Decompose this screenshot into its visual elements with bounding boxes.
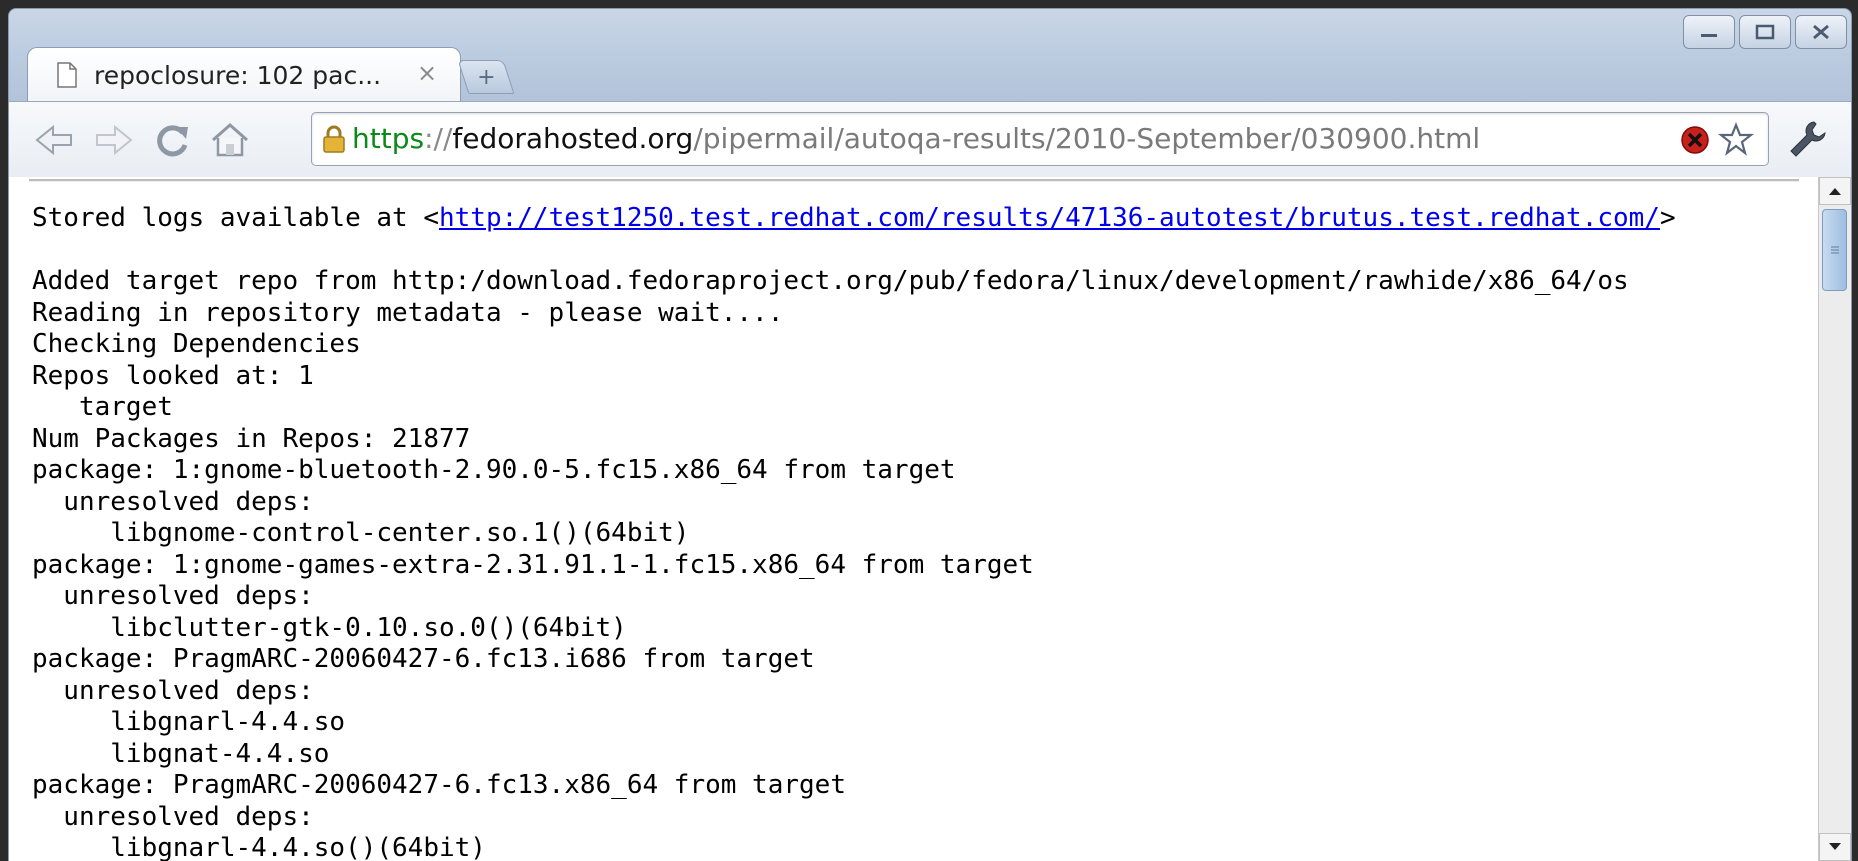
log-prefix: Stored logs available at < [32, 203, 439, 233]
log-suffix: > [1659, 203, 1676, 233]
page-favicon-icon [56, 62, 78, 92]
scroll-up-button[interactable] [1819, 177, 1851, 205]
grip-icon [1830, 246, 1839, 254]
new-tab-button[interactable]: + [457, 60, 515, 94]
address-bar[interactable]: https://fedorahosted.org/pipermail/autoq… [311, 112, 1769, 166]
scroll-up-icon [1829, 188, 1841, 195]
blocked-content-icon[interactable] [1680, 125, 1710, 159]
window-controls [1683, 15, 1847, 49]
url-separator: :// [424, 122, 453, 155]
log-output: Stored logs available at <http://test125… [32, 203, 1676, 861]
scroll-down-button[interactable] [1819, 833, 1851, 861]
page-content: Stored logs available at <http://test125… [9, 177, 1851, 861]
vertical-scrollbar[interactable] [1818, 177, 1851, 861]
horizontal-rule [29, 179, 1799, 182]
browser-window: repoclosure: 102 pac... × + https://fedo… [8, 8, 1852, 861]
reload-icon [157, 125, 188, 157]
stored-logs-link[interactable]: http://test1250.test.redhat.com/results/… [439, 203, 1660, 233]
close-icon[interactable]: × [412, 58, 442, 88]
bookmark-star-icon[interactable] [1717, 122, 1755, 160]
window-close-button[interactable] [1795, 15, 1847, 49]
tab-title: repoclosure: 102 pac... [94, 61, 382, 90]
window-close-icon [1813, 24, 1829, 40]
url-path: /pipermail/autoqa-results/2010-September… [693, 122, 1481, 155]
url-host: fedorahosted.org [452, 122, 694, 155]
lock-icon[interactable] [322, 125, 346, 157]
minimize-icon [1701, 34, 1717, 37]
forward-icon [96, 124, 133, 156]
maximize-button[interactable] [1739, 15, 1791, 49]
home-icon [212, 122, 248, 157]
browser-tab[interactable]: repoclosure: 102 pac... × [27, 47, 461, 102]
forward-button[interactable] [91, 118, 137, 162]
back-button[interactable] [31, 118, 77, 162]
maximize-icon [1755, 24, 1775, 40]
minimize-button[interactable] [1683, 15, 1735, 49]
scroll-down-icon [1829, 843, 1841, 850]
url-text[interactable]: https://fedorahosted.org/pipermail/autoq… [352, 122, 1480, 155]
reload-button[interactable] [149, 118, 195, 162]
toolbar: https://fedorahosted.org/pipermail/autoq… [9, 101, 1851, 178]
back-icon [35, 124, 72, 156]
url-scheme: https [352, 122, 425, 155]
log-body: Added target repo from http:/download.fe… [32, 266, 1629, 861]
wrench-icon[interactable] [1787, 118, 1827, 162]
scrollbar-thumb[interactable] [1822, 209, 1847, 291]
new-tab-icon: + [476, 64, 496, 90]
home-button[interactable] [207, 118, 253, 162]
